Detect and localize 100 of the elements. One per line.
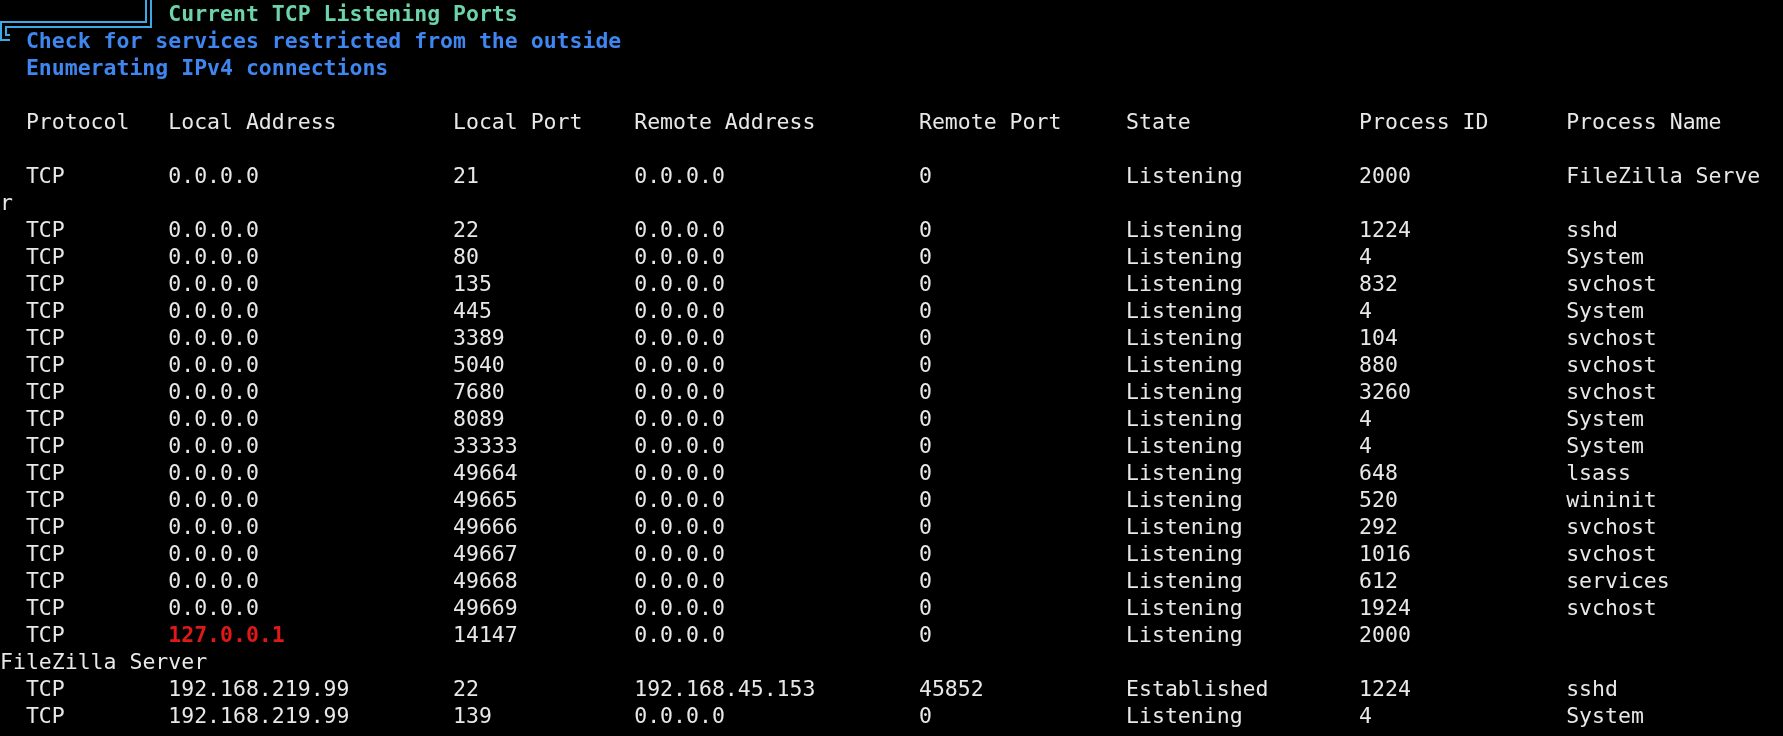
table-cell: Listening [1126, 406, 1243, 431]
table-cell: Listening [1126, 514, 1243, 539]
table-cell: 832 [1359, 271, 1398, 296]
table-cell: 4 [1359, 406, 1372, 431]
table-cell: System [1566, 244, 1644, 269]
table-cell: Listening [1126, 460, 1243, 485]
table-cell: 0 [919, 703, 932, 728]
table-cell: TCP [25, 487, 65, 512]
table-cell: System [1566, 433, 1644, 458]
column-header: Local Port [453, 109, 583, 134]
table-cell: Listening [1126, 541, 1243, 566]
table-cell: 192.168.219.99 [168, 676, 350, 701]
table-cell: TCP [25, 406, 65, 431]
column-header: Protocol [25, 109, 130, 134]
table-cell: 0.0.0.0 [168, 271, 259, 296]
column-header: Local Address [168, 109, 337, 134]
table-cell: 192.168.219.99 [168, 703, 350, 728]
table-cell: 4 [1359, 433, 1372, 458]
table-cell: 0 [919, 487, 932, 512]
table-cell: 0.0.0.0 [634, 217, 725, 242]
table-cell: sshd [1566, 217, 1618, 242]
table-cell: 1224 [1359, 676, 1411, 701]
table-cell: 445 [453, 298, 492, 323]
table-cell: 0 [919, 379, 932, 404]
table-cell: 0.0.0.0 [634, 244, 725, 269]
table-cell: 0 [919, 217, 932, 242]
table-cell: TCP [25, 217, 65, 242]
table-cell: Listening [1126, 298, 1243, 323]
table-cell: 0.0.0.0 [634, 487, 725, 512]
column-header: State [1126, 109, 1191, 134]
table-cell: TCP [25, 514, 65, 539]
table-cell: 0.0.0.0 [634, 541, 725, 566]
table-cell: svchost [1566, 271, 1657, 296]
table-cell: 33333 [453, 433, 518, 458]
table-cell: 49667 [453, 541, 518, 566]
table-cell: 1016 [1359, 541, 1411, 566]
table-cell: TCP [25, 703, 65, 728]
table-cell: 0 [919, 406, 932, 431]
table-cell: 49665 [453, 487, 518, 512]
table-cell: 7680 [453, 379, 505, 404]
table-cell: 0 [919, 514, 932, 539]
table-cell: 4 [1359, 298, 1372, 323]
table-cell: TCP [25, 325, 65, 350]
table-cell: TCP [25, 298, 65, 323]
table-cell: 0.0.0.0 [168, 595, 259, 620]
table-cell: 292 [1359, 514, 1398, 539]
table-cell: TCP [25, 541, 65, 566]
table-cell: svchost [1566, 541, 1657, 566]
table-cell: 2000 [1359, 622, 1411, 647]
table-cell: 49666 [453, 514, 518, 539]
table-cell: 0.0.0.0 [168, 541, 259, 566]
table-cell: 22 [453, 676, 479, 701]
table-cell: svchost [1566, 595, 1657, 620]
table-cell: System [1566, 406, 1644, 431]
table-cell: 0 [919, 163, 932, 188]
table-cell: 0 [919, 541, 932, 566]
table-cell: 14147 [453, 622, 518, 647]
table-cell: 5040 [453, 352, 505, 377]
table-cell: 0.0.0.0 [168, 568, 259, 593]
table-cell: Listening [1126, 217, 1243, 242]
table-cell: 0.0.0.0 [634, 622, 725, 647]
table-cell: 0.0.0.0 [634, 271, 725, 296]
table-cell: 0 [919, 460, 932, 485]
table-cell: 612 [1359, 568, 1398, 593]
table-cell: TCP [25, 568, 65, 593]
table-cell: 0 [919, 568, 932, 593]
table-cell: Listening [1126, 595, 1243, 620]
table-cell: TCP [25, 622, 65, 647]
table-cell: 21 [453, 163, 479, 188]
section-title: Current TCP Listening Ports [168, 0, 518, 27]
table-cell: 0.0.0.0 [168, 460, 259, 485]
table-cell: lsass [1566, 460, 1631, 485]
table-cell: 0.0.0.0 [634, 163, 725, 188]
table-cell: 0.0.0.0 [634, 433, 725, 458]
table-cell: Established [1126, 676, 1269, 701]
table-cell: 0.0.0.0 [634, 703, 725, 728]
table-cell: System [1566, 703, 1644, 728]
table-cell: 520 [1359, 487, 1398, 512]
table-cell: TCP [25, 163, 65, 188]
table-cell: 0.0.0.0 [168, 217, 259, 242]
table-cell: 0.0.0.0 [634, 595, 725, 620]
table-cell: 0 [919, 433, 932, 458]
table-cell: TCP [25, 595, 65, 620]
table-cell: 4 [1359, 244, 1372, 269]
column-header: Process ID [1359, 109, 1489, 134]
table-cell: 45852 [919, 676, 984, 701]
table-cell: 0.0.0.0 [634, 568, 725, 593]
table-cell: 0.0.0.0 [634, 514, 725, 539]
table-cell: TCP [25, 271, 65, 296]
table-cell: 49664 [453, 460, 518, 485]
table-cell: wininit [1566, 487, 1657, 512]
table-cell: 192.168.45.153 [634, 676, 816, 701]
table-cell: 0.0.0.0 [634, 325, 725, 350]
table-cell: 0.0.0.0 [634, 406, 725, 431]
table-cell: 0 [919, 622, 932, 647]
table-cell: TCP [25, 352, 65, 377]
table-cell: Listening [1126, 433, 1243, 458]
table-cell: 0.0.0.0 [168, 487, 259, 512]
table-cell: 0.0.0.0 [168, 514, 259, 539]
table-cell: 0.0.0.0 [168, 163, 259, 188]
